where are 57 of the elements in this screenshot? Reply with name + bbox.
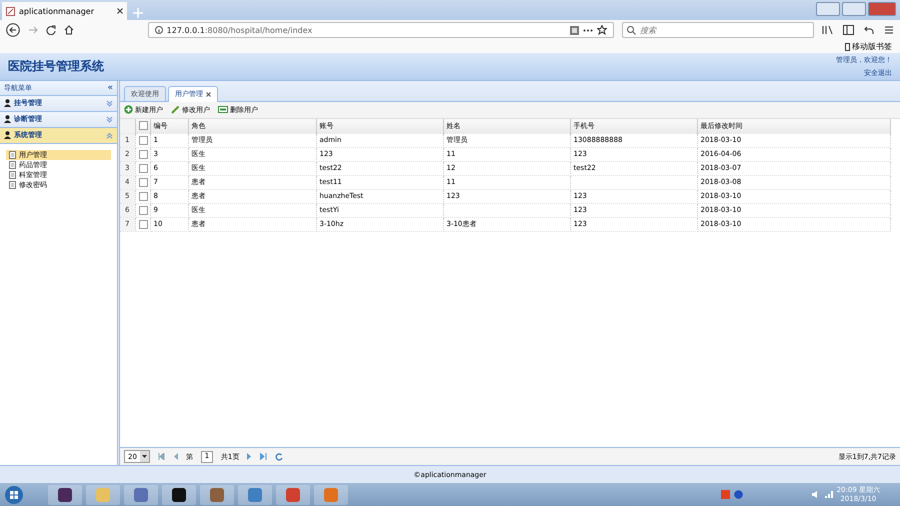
menu-icon[interactable] — [884, 25, 894, 35]
start-icon[interactable] — [4, 484, 24, 505]
page-icon — [6, 6, 15, 16]
document-icon — [9, 150, 16, 159]
app-title: 医院挂号管理系统 — [8, 58, 105, 75]
close-icon[interactable] — [117, 8, 123, 14]
forward-icon[interactable] — [28, 25, 38, 35]
back-icon[interactable] — [6, 23, 20, 37]
app-icon[interactable] — [210, 488, 224, 502]
select-all-checkbox[interactable] — [138, 121, 148, 130]
network-icon[interactable] — [824, 490, 833, 500]
info-icon — [154, 26, 163, 34]
document-icon — [9, 180, 16, 189]
last-page-icon[interactable] — [260, 453, 268, 460]
row-checkbox[interactable] — [138, 136, 148, 145]
address-bar[interactable]: 127.0.0.1:8080/hospital/home/index — [148, 22, 614, 38]
volume-icon[interactable] — [810, 490, 820, 500]
row-checkbox[interactable] — [138, 206, 148, 215]
sidebar-icon[interactable] — [843, 25, 854, 35]
search-field[interactable]: 搜索 — [622, 22, 814, 38]
tray-icon[interactable] — [720, 490, 730, 500]
dropdown-icon — [140, 451, 149, 462]
browser-tab[interactable]: aplicationmanager — [2, 2, 127, 20]
next-page-icon[interactable] — [247, 453, 252, 460]
star-icon[interactable] — [597, 25, 608, 35]
more-icon[interactable] — [583, 28, 594, 32]
reload-icon[interactable] — [46, 25, 56, 35]
previous-page-icon[interactable] — [172, 453, 178, 460]
row-checkbox[interactable] — [138, 178, 148, 187]
chevron-up-icon — [106, 132, 113, 139]
user-icon — [4, 115, 11, 124]
document-icon — [9, 170, 16, 179]
undo-icon[interactable] — [864, 25, 874, 35]
minus-icon — [218, 106, 228, 114]
plus-icon — [124, 105, 133, 114]
user-icon — [4, 131, 11, 140]
restore-icon[interactable] — [842, 2, 866, 16]
document-icon — [9, 160, 16, 169]
chevron-down-icon — [106, 100, 113, 107]
row-checkbox[interactable] — [138, 164, 148, 173]
chevron-down-icon — [106, 116, 113, 123]
refresh-icon[interactable] — [275, 452, 284, 461]
mobile-icon — [845, 42, 850, 50]
pencil-icon — [171, 105, 180, 114]
minimize-icon[interactable] — [816, 2, 840, 16]
home-icon[interactable] — [64, 25, 74, 35]
row-checkbox[interactable] — [138, 192, 148, 201]
first-page-icon[interactable] — [158, 453, 165, 460]
user-icon — [4, 99, 11, 108]
collapse-button[interactable]: « — [107, 82, 113, 93]
app-icon[interactable] — [58, 488, 72, 502]
new-tab-icon[interactable] — [133, 8, 143, 18]
row-checkbox[interactable] — [138, 150, 148, 159]
row-checkbox[interactable] — [138, 220, 148, 229]
close-icon[interactable] — [206, 92, 211, 97]
library-icon[interactable] — [822, 25, 834, 35]
bookmarks-link[interactable]: 移动版书签 — [852, 41, 892, 52]
